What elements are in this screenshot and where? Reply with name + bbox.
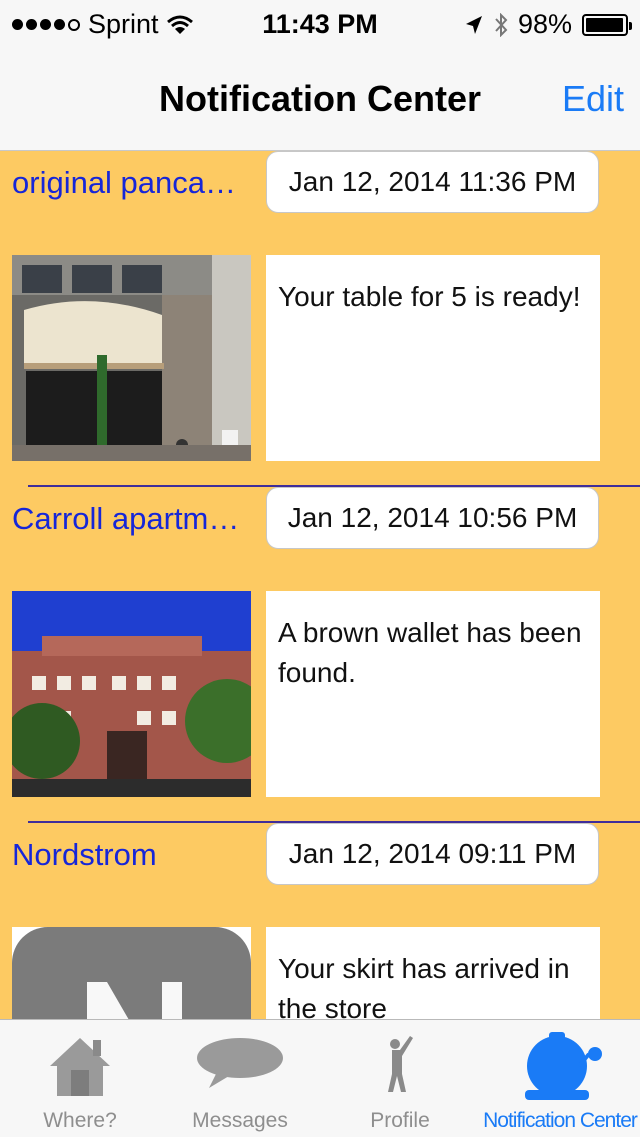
notification-sender[interactable]: Carroll apartm… (12, 501, 252, 537)
notification-date: Jan 12, 2014 09:11 PM (266, 823, 599, 885)
person-icon (388, 1036, 413, 1092)
location-arrow-icon (465, 15, 482, 34)
house-icon (50, 1038, 110, 1096)
bluetooth-icon (495, 12, 508, 37)
tab-label: Profile (370, 1109, 430, 1132)
navigation-bar: Notification Center Edit (0, 50, 640, 151)
notification-message: Your skirt has arrived in the store (266, 927, 600, 1019)
notification-date: Jan 12, 2014 11:36 PM (266, 151, 599, 213)
notification-item[interactable]: Carroll apartm… Jan 12, 2014 10:56 PM A … (0, 487, 640, 823)
status-bar: Sprint 11:43 PM 98% (0, 0, 640, 50)
apartment-building-thumbnail[interactable] (12, 591, 251, 797)
tab-notification-center[interactable]: Notification Center (480, 1020, 640, 1137)
status-right-group: 98% (464, 9, 632, 40)
battery-icon (582, 13, 632, 36)
pancake-house-thumbnail[interactable] (12, 255, 251, 461)
notification-message: A brown wallet has been found. (266, 591, 600, 797)
tab-messages[interactable]: Messages (160, 1020, 320, 1137)
tab-label: Where? (43, 1109, 117, 1132)
notification-item[interactable]: Nordstrom Jan 12, 2014 09:11 PM Your ski… (0, 823, 640, 1019)
edit-button[interactable]: Edit (562, 78, 624, 120)
tab-profile[interactable]: Profile (320, 1020, 480, 1137)
notification-item[interactable]: original panca… Jan 12, 2014 11:36 PM Yo… (0, 151, 640, 487)
tab-bar: Where? Messages Profile Notification Cen… (0, 1019, 640, 1137)
tab-label: Messages (192, 1109, 288, 1132)
nordstrom-logo-thumbnail[interactable] (12, 927, 251, 1019)
tab-where[interactable]: Where? (0, 1020, 160, 1137)
notification-message: Your table for 5 is ready! (266, 255, 600, 461)
page-title: Notification Center (158, 78, 481, 119)
notification-sender[interactable]: Nordstrom (12, 837, 252, 873)
tab-label: Notification Center (483, 1109, 638, 1132)
notification-date: Jan 12, 2014 10:56 PM (266, 487, 599, 549)
speech-bubble-icon (197, 1038, 283, 1088)
notification-sender[interactable]: original panca… (12, 165, 252, 201)
battery-percent: 98% (517, 9, 572, 39)
bell-icon (525, 1032, 602, 1100)
notification-list[interactable]: original panca… Jan 12, 2014 11:36 PM Yo… (0, 151, 640, 1019)
